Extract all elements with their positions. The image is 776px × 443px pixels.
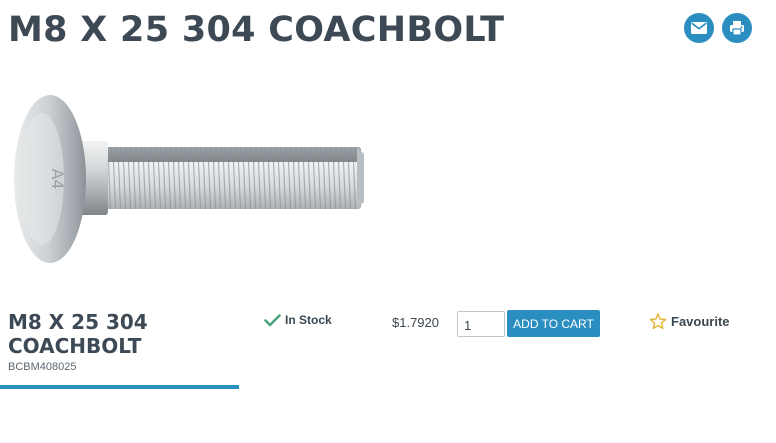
favourite-button[interactable]: Favourite — [649, 313, 730, 330]
email-button[interactable] — [684, 13, 714, 43]
printer-icon — [730, 21, 744, 36]
stock-label: In Stock — [285, 313, 332, 327]
star-outline-icon — [649, 313, 667, 330]
quantity-input[interactable] — [457, 311, 505, 337]
add-to-cart-button[interactable]: ADD TO CART — [507, 310, 600, 337]
product-name: M8 X 25 304 COACHBOLT — [8, 310, 148, 358]
favourite-label: Favourite — [671, 314, 730, 329]
page-title: M8 X 25 304 COACHBOLT — [8, 10, 505, 50]
price: $1.7920 — [392, 315, 439, 330]
product-page: M8 X 25 304 COACHBOLT A4 M8 X 25 304 COA… — [0, 0, 776, 443]
stock-status: In Stock — [264, 313, 332, 327]
product-sku: BCBM408025 — [8, 361, 77, 373]
header-actions — [684, 13, 752, 43]
print-button[interactable] — [722, 13, 752, 43]
head-marking: A4 — [48, 168, 67, 189]
envelope-icon — [691, 22, 707, 34]
product-info: M8 X 25 304 COACHBOLT BCBM408025 — [8, 310, 239, 373]
active-tab-underline — [0, 385, 239, 389]
check-icon — [264, 313, 281, 326]
product-image: A4 — [14, 95, 364, 263]
